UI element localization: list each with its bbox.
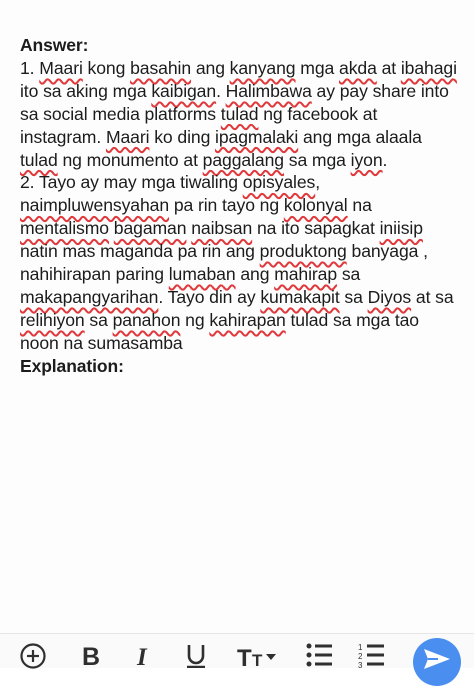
misspelled-word[interactable]: kolonyal: [284, 195, 348, 215]
text-run: ito sa aking mga: [20, 80, 152, 101]
misspelled-word[interactable]: paggalang: [203, 150, 284, 170]
misspelled-word[interactable]: ibahagi: [401, 58, 457, 78]
misspelled-word[interactable]: kahirapan: [209, 310, 285, 330]
misspelled-word[interactable]: kaibigan: [151, 81, 216, 101]
send-button[interactable]: [413, 638, 461, 686]
text-run: 2. Tayo ay may mga tiwaling: [20, 172, 243, 193]
bold-icon[interactable]: B: [80, 642, 102, 668]
svg-text:2: 2: [358, 652, 363, 661]
misspelled-word[interactable]: panahon: [113, 310, 181, 330]
underline-icon[interactable]: [184, 642, 208, 668]
bullet-list-icon[interactable]: [306, 642, 332, 668]
misspelled-word[interactable]: bagaman: [114, 218, 187, 238]
text-run: ,: [315, 172, 321, 193]
misspelled-word[interactable]: Maari: [106, 127, 150, 147]
misspelled-word[interactable]: mentalismo: [20, 218, 109, 238]
misspelled-word[interactable]: iniisip: [380, 218, 423, 238]
svg-text:1: 1: [358, 643, 363, 652]
misspelled-word[interactable]: kumakapit: [260, 287, 339, 307]
text-run: sa: [339, 286, 368, 307]
text-run: natin mas maganda pa rin ang: [20, 241, 260, 262]
explanation-heading: Explanation:: [20, 355, 124, 376]
misspelled-word[interactable]: akda: [339, 58, 377, 78]
text-run: ang: [235, 264, 275, 285]
text-run: na ito sapagkat: [252, 218, 380, 239]
misspelled-word[interactable]: relihiyon: [20, 310, 85, 330]
text-run: at: [376, 57, 401, 78]
answer-page: Answer: 1. Maari kong basahin ang kanyan…: [0, 0, 474, 686]
svg-text:I: I: [136, 644, 148, 668]
misspelled-word[interactable]: tulad: [20, 150, 58, 170]
text-run: ng monumento at: [57, 149, 203, 170]
misspelled-word[interactable]: iyon: [351, 150, 383, 170]
misspelled-word[interactable]: ipagmalaki: [215, 127, 298, 147]
misspelled-word[interactable]: lumaban: [169, 264, 236, 284]
text-run: mga: [295, 57, 340, 78]
misspelled-word[interactable]: Maari: [39, 58, 83, 78]
answer-editor[interactable]: Answer: 1. Maari kong basahin ang kanyan…: [20, 34, 460, 378]
answer-paragraph-2: 2. Tayo ay may mga tiwaling opisyales, n…: [20, 171, 460, 354]
misspelled-word[interactable]: naibsan: [191, 218, 252, 238]
text-run: ang: [191, 57, 230, 78]
misspelled-word[interactable]: opisyales: [243, 172, 316, 192]
misspelled-word[interactable]: tulad: [221, 104, 259, 124]
text-run: sa: [84, 309, 113, 330]
misspelled-word[interactable]: Halimbawa: [226, 81, 312, 101]
misspelled-word[interactable]: makapangyarihan: [20, 287, 158, 307]
text-run: ng: [180, 309, 210, 330]
misspelled-word[interactable]: produktong: [260, 241, 347, 261]
text-run: . Tayo din ay: [158, 286, 261, 307]
text-run: 1.: [20, 57, 40, 78]
text-size-icon[interactable]: T T: [236, 642, 282, 668]
italic-icon[interactable]: I: [134, 642, 154, 668]
misspelled-word[interactable]: naimpluwensyahan: [20, 195, 169, 215]
formatting-toolbar: B I T T 1 2 3: [0, 633, 474, 669]
svg-text:T: T: [252, 651, 263, 668]
svg-text:T: T: [237, 645, 252, 668]
text-run: pa rin tayo ng: [169, 195, 284, 216]
text-run: sa: [337, 264, 361, 285]
text-run: .: [216, 80, 226, 101]
text-run: .: [382, 149, 388, 170]
send-icon: [424, 649, 450, 669]
add-icon[interactable]: [19, 642, 47, 669]
text-run: at sa: [411, 286, 454, 307]
answer-heading: Answer:: [20, 35, 89, 55]
misspelled-word[interactable]: mahirap: [274, 264, 337, 284]
text-run: kong: [82, 57, 131, 78]
misspelled-word[interactable]: kanyang: [230, 58, 296, 78]
text-run: ang mga alaala: [298, 126, 422, 147]
misspelled-word[interactable]: Diyos: [368, 287, 412, 307]
misspelled-word[interactable]: basahin: [130, 58, 191, 78]
answer-paragraph-1: 1. Maari kong basahin ang kanyang mga ak…: [20, 57, 460, 172]
svg-text:B: B: [82, 643, 100, 668]
text-run: ko ding: [149, 126, 216, 147]
text-run: na: [347, 195, 372, 216]
numbered-list-icon[interactable]: 1 2 3: [358, 642, 384, 668]
text-run: sa mga: [283, 149, 351, 170]
